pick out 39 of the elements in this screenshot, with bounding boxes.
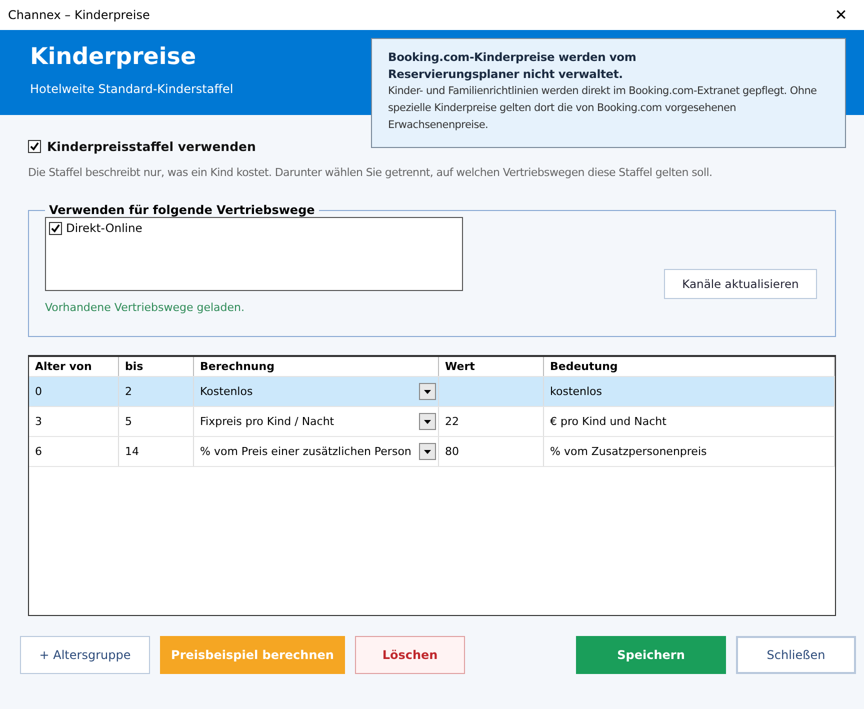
close-button[interactable]: ✕	[818, 0, 864, 30]
page-title: Kinderpreise	[30, 44, 196, 70]
checkbox[interactable]	[28, 140, 41, 153]
table-row[interactable]: 0 2 Kostenlos kostenlos	[29, 377, 835, 407]
column-header: Alter von	[29, 357, 119, 376]
description-text: Die Staffel beschreibt nur, was ein Kind kostet. Darunter wählen Sie getrennt, auf welchen Vertriebswegen diese Staffel gelten soll.	[28, 166, 714, 179]
table-cell: Kostenlos	[200, 385, 253, 398]
action-button[interactable]: Löschen	[355, 636, 465, 674]
table-row[interactable]: 3 5 Fixpreis pro Kind / Nacht 22 € pro Kind und Nacht	[29, 407, 835, 437]
table-cell: 80	[445, 445, 459, 458]
action-button[interactable]: + Altersgruppe	[20, 636, 150, 674]
checkbox[interactable]	[49, 222, 62, 234]
column-header: Wert	[439, 357, 544, 376]
window-title: Channex – Kinderpreise	[8, 8, 150, 22]
column-header: Berechnung	[194, 357, 439, 376]
table-cell: 5	[125, 415, 132, 428]
table-cell: 22	[445, 415, 459, 428]
table-cell: 14	[125, 445, 139, 458]
action-button[interactable]: Schließen	[736, 636, 856, 674]
info-text: Kinder- und Familienrichtlinien werden direkt im Booking.com-Extranet gepflegt. Ohne spezielle Kinderpreise gelten dort die von Booking.com vorgesehenen Erwachsenenpreise.	[388, 84, 818, 133]
info-title: Booking.com-Kinderpreise werden vom Reservierungsplaner nicht verwaltet.	[388, 49, 638, 83]
table-cell: kostenlos	[550, 385, 602, 398]
status-text: Vorhandene Vertriebswege geladen.	[45, 301, 246, 314]
page-subtitle: Hotelweite Standard-Kinderstaffel	[30, 82, 234, 96]
table-cell: 2	[125, 385, 132, 398]
group-legend: Verwenden für folgende Vertriebswege	[45, 203, 319, 217]
channel-label: Direkt-Online	[66, 221, 142, 235]
table-cell: % vom Preis einer zusätzlichen Person	[200, 445, 412, 458]
table-cell: 3	[35, 415, 42, 428]
table-row[interactable]: 6 14 % vom Preis einer zusätzlichen Person 80 % vom Zusatzpersonenpreis	[29, 437, 835, 467]
column-header: Bedeutung	[544, 357, 835, 376]
checkbox-label: Kinderpreisstaffel verwenden	[47, 139, 256, 154]
column-header: bis	[119, 357, 194, 376]
table-cell: 6	[35, 445, 42, 458]
table-cell: % vom Zusatzpersonenpreis	[550, 445, 707, 458]
table-cell: € pro Kind und Nacht	[550, 415, 666, 428]
table-cell: 0	[35, 385, 42, 398]
table-cell: Fixpreis pro Kind / Nacht	[200, 415, 334, 428]
refresh-button[interactable]: Kanäle aktualisieren	[664, 269, 817, 299]
